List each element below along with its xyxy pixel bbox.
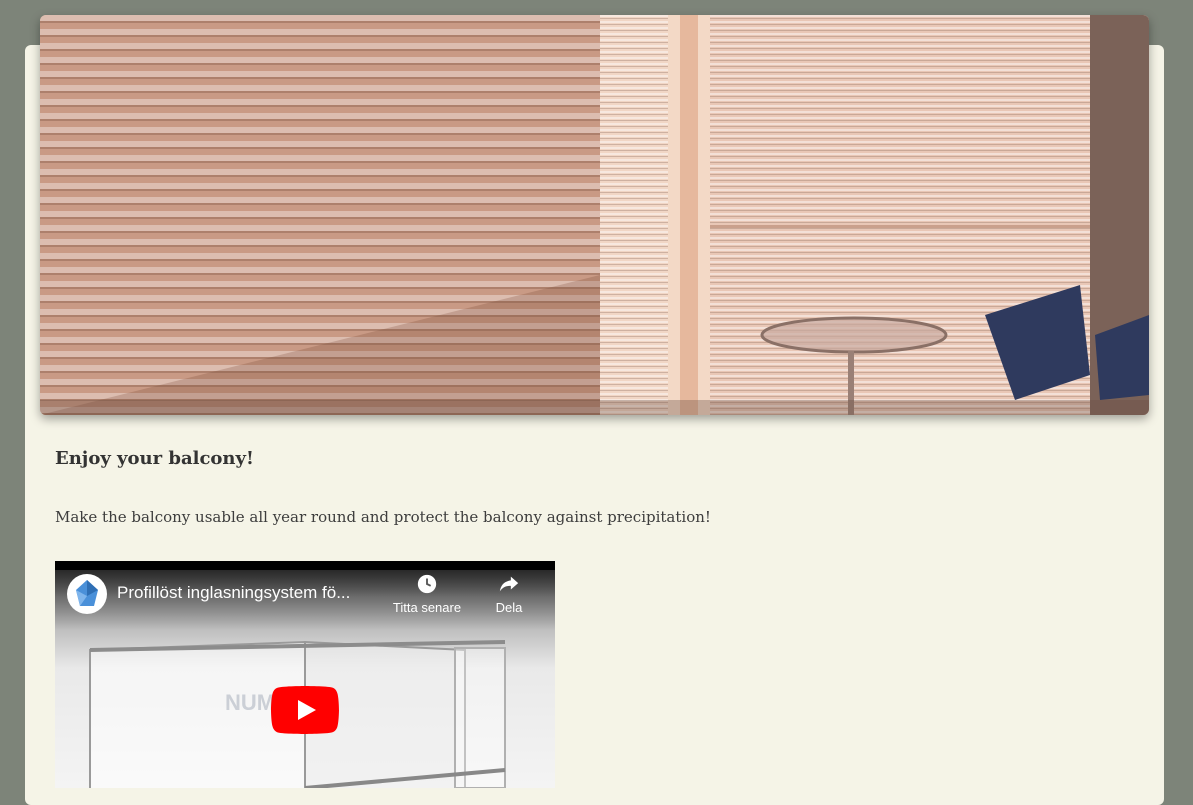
share-arrow-icon — [499, 576, 519, 592]
hero-image-balcony-blinds — [40, 15, 1149, 415]
channel-logo-icon[interactable] — [67, 574, 107, 614]
clock-icon — [417, 574, 437, 594]
share-label: Dela — [495, 600, 523, 615]
section-paragraph: Make the balcony usable all year round a… — [55, 508, 711, 526]
video-title[interactable]: Profillöst inglasningsystem fö... — [117, 583, 350, 603]
video-embed[interactable]: NUM Profillöst inglasningsystem fö... Ti… — [55, 561, 555, 788]
watch-later-button[interactable]: Titta senare — [387, 573, 467, 615]
crystal-logo-icon — [76, 580, 98, 606]
play-icon[interactable] — [271, 686, 339, 734]
video-brand-watermark: NUM — [225, 690, 276, 715]
hero-image-illustration — [40, 15, 1149, 415]
watch-later-label: Titta senare — [392, 600, 462, 615]
share-button[interactable]: Dela — [483, 573, 535, 615]
section-heading: Enjoy your balcony! — [55, 448, 254, 469]
